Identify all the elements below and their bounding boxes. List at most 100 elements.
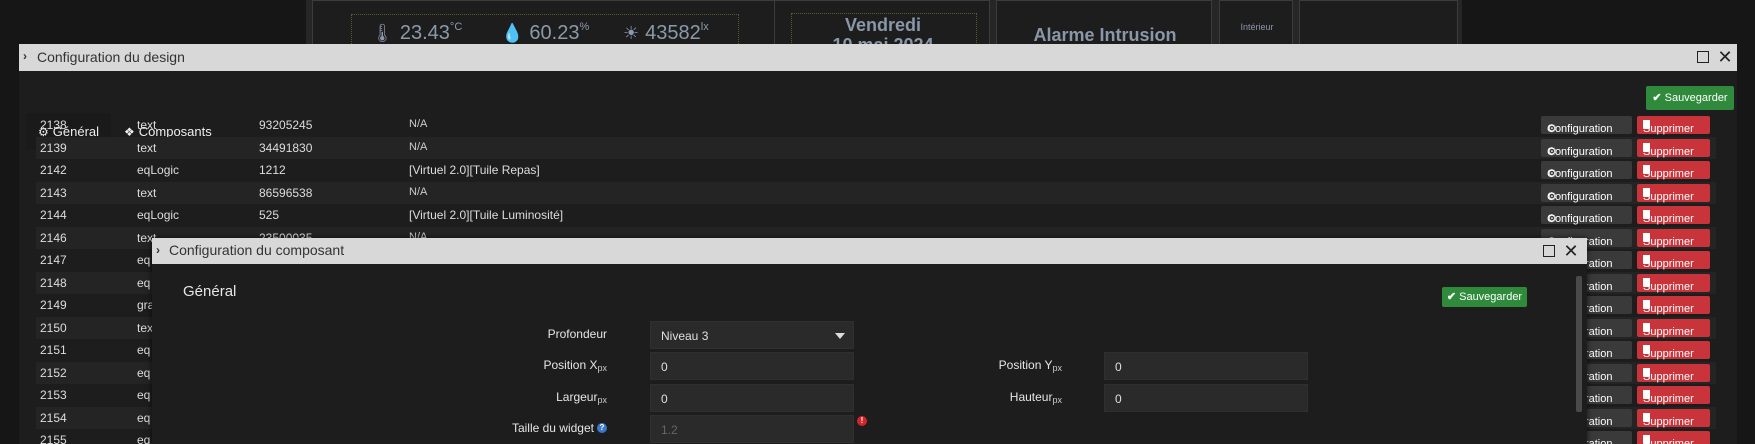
- vertical-scrollbar[interactable]: [1576, 276, 1582, 412]
- height-label-text: Hauteur: [1009, 390, 1053, 404]
- row-type: text: [137, 118, 157, 132]
- delete-button[interactable]: Supprimer: [1637, 341, 1710, 360]
- height-label: Hauteurpx: [962, 390, 1062, 405]
- row-id: 2148: [40, 275, 67, 290]
- temperature-readout: 🌡 23.43°C: [371, 21, 462, 45]
- design-modal-titlebar[interactable]: › Configuration du design ✕: [19, 44, 1737, 71]
- row-id: 2139: [40, 140, 67, 155]
- close-icon: ✕: [1563, 241, 1579, 261]
- row-id: 2153: [40, 388, 67, 402]
- width-value: 0: [661, 392, 668, 406]
- close-icon: ✕: [1717, 47, 1733, 67]
- component-save-label: Sauvegarder: [1459, 291, 1523, 303]
- posx-label: Position Xpx: [507, 358, 607, 373]
- delete-button[interactable]: Supprimer: [1637, 206, 1710, 225]
- delete-label: Supprimer: [1643, 438, 1694, 444]
- depth-select[interactable]: Niveau 3: [650, 321, 854, 349]
- delete-button[interactable]: Supprimer: [1637, 183, 1710, 203]
- check-icon: ✔: [1652, 92, 1662, 104]
- row-type: eqLogic: [137, 208, 180, 222]
- table-row: 2143 text 86596538 N/A ⚙ Configuration Supprim…: [36, 181, 1716, 204]
- delete-label: Supprimer: [1643, 415, 1694, 428]
- table-row: 2144 eqLogic 525 [Virtuel 2.0][Tuile Lumino…: [36, 204, 1716, 226]
- row-id: 2144: [40, 208, 67, 222]
- empty-tile: [1299, 0, 1458, 48]
- delete-button[interactable]: Supprimer: [1637, 408, 1710, 428]
- luminosity-unit: lx: [700, 21, 709, 33]
- delete-label: Supprimer: [1643, 258, 1694, 270]
- delete-button[interactable]: Supprimer: [1637, 161, 1710, 180]
- close-button[interactable]: ✕: [1716, 48, 1734, 66]
- width-label-text: Largeur: [556, 390, 598, 404]
- component-save-button[interactable]: ✔ Sauvegarder: [1442, 287, 1527, 307]
- component-modal-title: Configuration du composant: [169, 242, 345, 258]
- posx-input[interactable]: 0: [650, 352, 854, 380]
- alarm-tile[interactable]: Alarme Intrusion: [996, 0, 1212, 48]
- delete-button[interactable]: Supprimer: [1637, 228, 1710, 248]
- delete-button[interactable]: Supprimer: [1637, 386, 1710, 405]
- delete-button[interactable]: Supprimer: [1637, 273, 1710, 293]
- configuration-label: Configuration: [1547, 213, 1613, 225]
- delete-label: Supprimer: [1643, 348, 1694, 360]
- posy-input[interactable]: 0: [1104, 352, 1308, 380]
- delete-label: Supprimer: [1643, 213, 1694, 225]
- component-maximize-button[interactable]: [1540, 242, 1558, 260]
- delete-button[interactable]: Supprimer: [1637, 363, 1710, 383]
- delete-button[interactable]: Supprimer: [1637, 296, 1710, 315]
- row-id: 2149: [40, 298, 67, 312]
- delete-button[interactable]: Supprimer: [1637, 318, 1710, 338]
- delete-label: Supprimer: [1643, 303, 1694, 315]
- delete-label: Supprimer: [1643, 235, 1694, 248]
- thermometer-icon: 🌡: [371, 23, 394, 43]
- row-id: 2142: [40, 163, 67, 177]
- luminosity-readout: ☀ 43582lx: [623, 21, 709, 45]
- row-type: eq: [137, 253, 151, 267]
- delete-label: Supprimer: [1643, 123, 1694, 135]
- help-icon[interactable]: ?: [597, 423, 607, 433]
- design-save-button[interactable]: ✔ Sauvegarder: [1646, 86, 1734, 110]
- depth-label-text: Profondeur: [547, 327, 607, 341]
- maximize-icon: [1543, 245, 1555, 258]
- delete-label: Supprimer: [1643, 370, 1694, 383]
- row-type: eq: [137, 343, 151, 357]
- row-id: 2138: [40, 118, 67, 132]
- row-type: tex: [137, 320, 154, 335]
- row-id: 2151: [40, 343, 67, 357]
- component-modal-titlebar[interactable]: › Configuration du composant ✕: [152, 238, 1587, 264]
- humidity-unit: %: [579, 21, 590, 33]
- configuration-button[interactable]: ⚙Configuration: [1541, 183, 1632, 203]
- width-input[interactable]: 0: [650, 384, 854, 412]
- date-tile: Vendredi 10 mai 2024: [774, 0, 990, 55]
- posy-value: 0: [1115, 360, 1122, 374]
- row-name: N/A: [409, 118, 428, 130]
- widget-size-input[interactable]: 1.2: [650, 415, 854, 443]
- temperature-unit: °C: [449, 21, 463, 33]
- maximize-icon: [1697, 51, 1709, 64]
- depth-select-value: Niveau 3: [661, 329, 709, 343]
- date-day: Vendredi: [844, 15, 922, 35]
- row-link-id: 34491830: [259, 140, 313, 155]
- row-id: 2146: [40, 230, 67, 245]
- row-type: text: [137, 185, 157, 200]
- row-id: 2155: [40, 433, 67, 444]
- maximize-button[interactable]: [1694, 48, 1712, 66]
- delete-button[interactable]: Supprimer: [1637, 138, 1710, 158]
- row-link-id: 1212: [259, 163, 286, 177]
- configuration-button[interactable]: ⚙Configuration: [1541, 138, 1632, 158]
- configuration-button[interactable]: ⚙Configuration: [1541, 116, 1632, 135]
- component-close-button[interactable]: ✕: [1562, 242, 1580, 260]
- temperature-value: 23.43: [399, 22, 450, 44]
- humidity-value: 60.23: [529, 22, 580, 44]
- delete-label: Supprimer: [1643, 145, 1694, 158]
- alarm-label: Alarme Intrusion: [1033, 25, 1177, 45]
- delete-button[interactable]: Supprimer: [1637, 116, 1710, 135]
- delete-button[interactable]: Supprimer: [1637, 431, 1710, 444]
- configuration-button[interactable]: ⚙Configuration: [1541, 161, 1632, 180]
- height-input[interactable]: 0: [1104, 384, 1308, 412]
- delete-button[interactable]: Supprimer: [1637, 251, 1710, 270]
- delete-label: Supprimer: [1643, 393, 1694, 405]
- width-label: Largeurpx: [507, 390, 607, 405]
- configuration-label: Configuration: [1547, 190, 1613, 203]
- row-name: N/A: [409, 185, 428, 198]
- configuration-button[interactable]: ⚙Configuration: [1541, 206, 1632, 225]
